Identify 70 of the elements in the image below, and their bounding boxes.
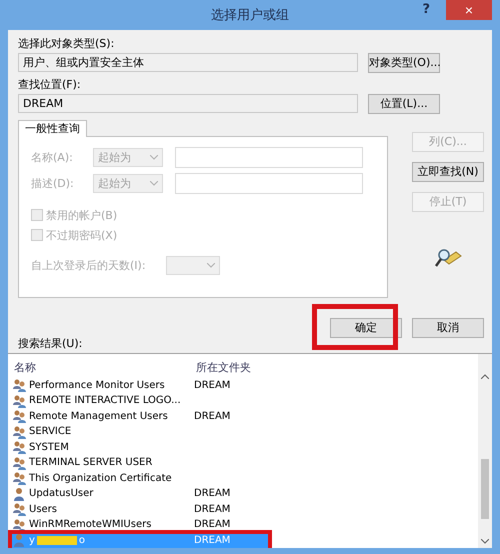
- user-icon: [12, 486, 27, 501]
- object-type-field: 用户、组或内置安全主体: [18, 53, 358, 72]
- field-label: 查找位置(F):: [18, 76, 82, 92]
- result-row[interactable]: Remote Management Users DREAM: [12, 408, 272, 424]
- field-label: 选择此对象类型(S):: [18, 36, 116, 50]
- row-folder: DREAM: [194, 504, 230, 515]
- row-name: This Organization Certificate: [29, 472, 172, 484]
- user-group-icon: [12, 440, 27, 454]
- user-group-icon: [12, 518, 27, 532]
- caret-icon: [206, 262, 215, 268]
- result-row[interactable]: REMOTE INTERACTIVE LOGO...: [12, 393, 272, 408]
- scroll-up-icon[interactable]: [481, 374, 489, 378]
- row-name: Users: [29, 504, 58, 515]
- help-button[interactable]: ?: [422, 2, 430, 17]
- result-row[interactable]: TERMINAL SERVER USER: [12, 455, 272, 470]
- user-group-icon: [12, 394, 27, 408]
- result-row[interactable]: SYSTEM: [12, 440, 272, 455]
- row-folder: DREAM: [194, 488, 230, 500]
- row-folder: DREAM: [194, 380, 230, 391]
- field-label: 自上次登录后的天数(I):: [31, 258, 146, 272]
- row-name: Performance Monitor Users: [29, 380, 165, 391]
- ok-button[interactable]: 确定: [330, 318, 402, 338]
- checkbox-label: 不过期密码(X): [46, 228, 118, 242]
- location-field: DREAM: [18, 94, 358, 113]
- row-name: SERVICE: [29, 426, 72, 438]
- locations-button[interactable]: 位置(L)...: [368, 94, 440, 114]
- result-row[interactable]: Users DREAM: [12, 502, 272, 517]
- result-row[interactable]: SERVICE: [12, 424, 272, 440]
- user-group-icon: [12, 456, 27, 470]
- row-name: WinRMRemoteWMIUsers: [29, 519, 152, 530]
- user-group-icon: [12, 378, 27, 392]
- caret-icon: [150, 154, 158, 160]
- row-name: SYSTEM: [29, 442, 69, 453]
- scrollbar-thumb[interactable]: [481, 459, 489, 519]
- user-icon: [12, 533, 27, 548]
- row-name: y: [29, 534, 35, 546]
- user-group-icon: [12, 471, 27, 486]
- user-group-icon: [12, 424, 27, 439]
- field-label: 描述(D):: [31, 176, 75, 190]
- row-folder: DREAM: [194, 519, 230, 530]
- caret-icon: [150, 180, 158, 186]
- result-row[interactable]: WinRMRemoteWMIUsers DREAM: [12, 517, 272, 532]
- cancel-button[interactable]: 取消: [412, 318, 484, 338]
- row-name: REMOTE INTERACTIVE LOGO...: [29, 395, 181, 406]
- input-field[interactable]: [175, 172, 363, 194]
- row-folder: DREAM: [194, 410, 230, 422]
- result-row[interactable]: Performance Monitor Users DREAM: [12, 378, 272, 393]
- input-field[interactable]: [175, 146, 363, 168]
- row-folder: DREAM: [194, 534, 230, 546]
- result-row[interactable]: This Organization Certificate: [12, 470, 272, 486]
- column-header[interactable]: 所在文件夹: [194, 360, 316, 375]
- row-name: Remote Management Users: [29, 410, 168, 422]
- checkbox-label: 禁用的帐户(B): [46, 208, 118, 222]
- window-title: 选择用户或组: [211, 6, 289, 24]
- column-header[interactable]: 名称: [12, 360, 194, 375]
- object-types-button[interactable]: 对象类型(O)...: [368, 52, 440, 72]
- days-dropdown[interactable]: [166, 256, 220, 274]
- result-row[interactable]: UpdatusUser DREAM: [12, 486, 272, 502]
- results-label: 搜索结果(U):: [18, 336, 84, 350]
- row-name: o: [78, 534, 86, 546]
- user-group-icon: [12, 502, 27, 516]
- scrollbar[interactable]: [478, 354, 492, 548]
- row-name: TERMINAL SERVER USER: [29, 457, 152, 468]
- user-group-icon: [12, 409, 27, 424]
- row-name: UpdatusUser: [29, 488, 94, 500]
- close-button[interactable]: ×: [446, 0, 492, 20]
- field-label: 名称(A):: [31, 150, 74, 164]
- side-button[interactable]: 立即查找(N): [412, 162, 484, 182]
- tab[interactable]: 一般性查询: [18, 120, 87, 136]
- scroll-down-icon[interactable]: [481, 539, 489, 544]
